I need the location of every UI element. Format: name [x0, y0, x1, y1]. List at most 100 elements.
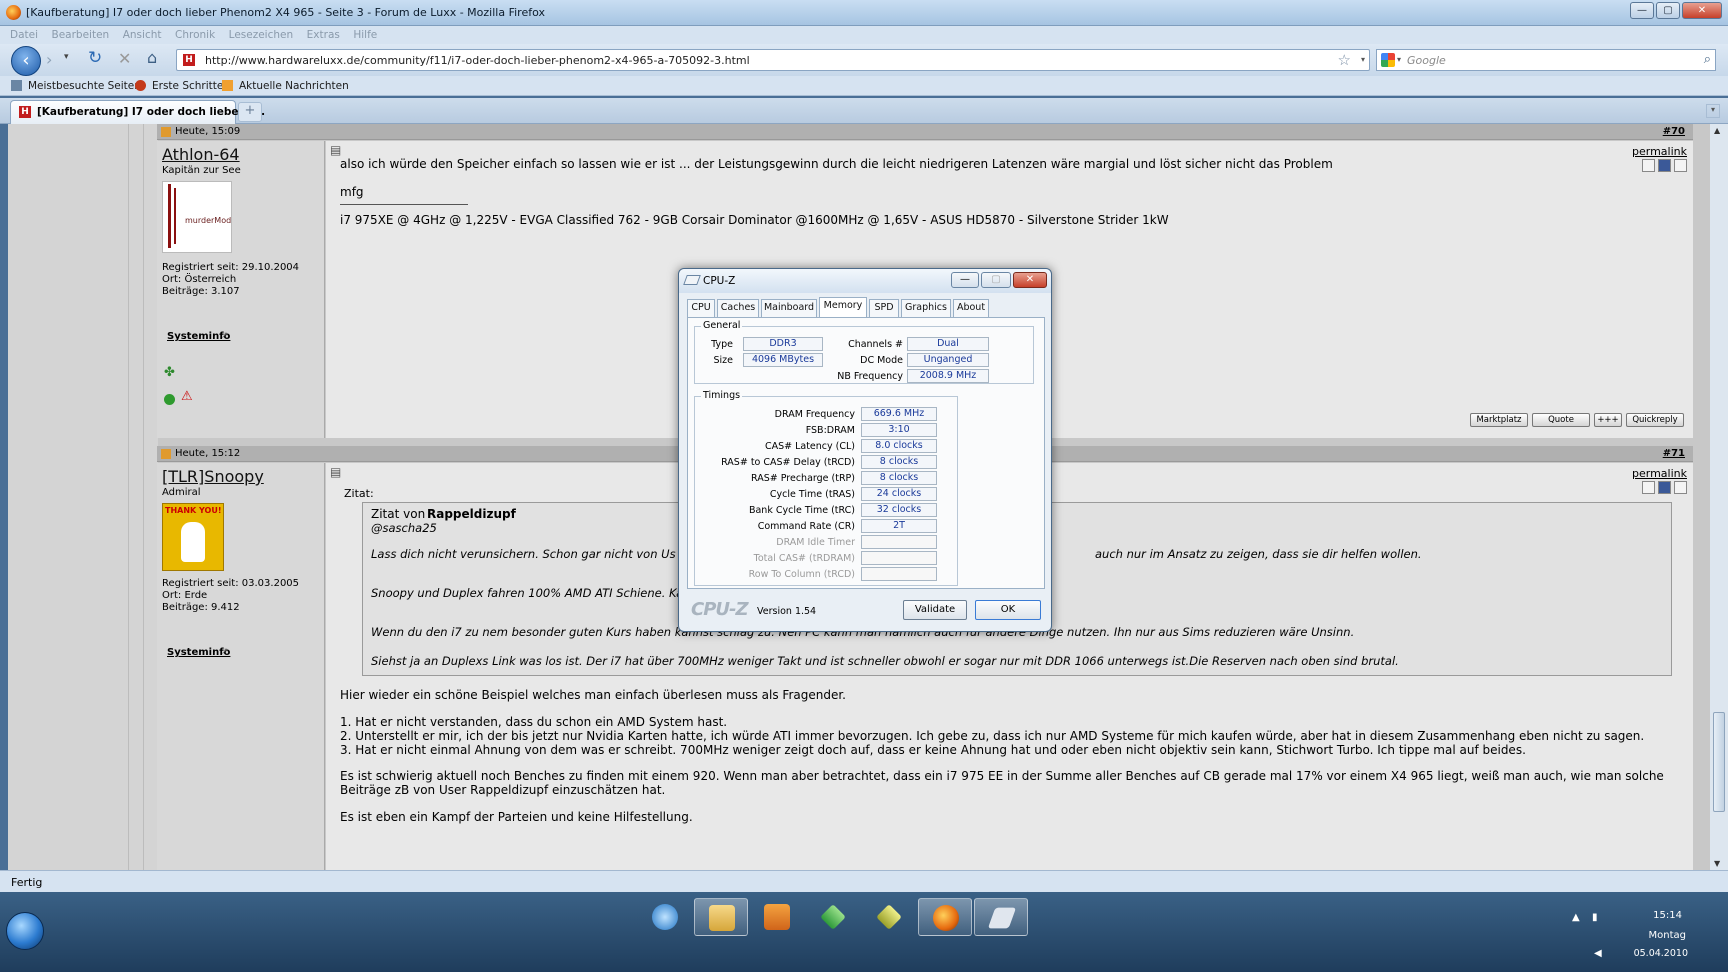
cpuz-tab-mainboard[interactable]: Mainboard: [761, 299, 817, 317]
menu-lesezeichen[interactable]: Lesezeichen: [229, 29, 294, 41]
vertical-scrollbar[interactable]: ▲ ▼: [1710, 124, 1728, 870]
cpuz-close-button[interactable]: ✕: [1013, 272, 1047, 288]
scroll-up-icon[interactable]: ▲: [1714, 126, 1720, 135]
cpuz-tab-spd[interactable]: SPD: [869, 299, 899, 317]
cpuz-tab-about[interactable]: About: [953, 299, 989, 317]
bookmark-erste-schritte[interactable]: Erste Schritte: [152, 80, 223, 92]
menu-bearbeiten[interactable]: Bearbeiten: [52, 29, 110, 41]
post-text: 2. Unterstellt er mir, ich der bis jetzt…: [340, 729, 1645, 743]
sims-plumbob-icon: [876, 904, 902, 930]
cpuz-minimize-button[interactable]: —: [951, 272, 979, 288]
url-bar[interactable]: H http://www.hardwareluxx.de/community/f…: [176, 49, 1370, 71]
permalink-link[interactable]: permalink: [1632, 467, 1687, 480]
history-dropdown-icon[interactable]: ▾: [64, 52, 69, 62]
new-tab-button[interactable]: +: [238, 102, 262, 122]
permalink-link[interactable]: permalink: [1632, 145, 1687, 158]
share-icon[interactable]: [1642, 159, 1655, 172]
minimize-button[interactable]: —: [1630, 2, 1654, 19]
search-icon[interactable]: ⌕: [1704, 52, 1711, 67]
multiquote-button[interactable]: +++: [1594, 413, 1622, 427]
cpuz-titlebar[interactable]: CPU-Z — ▢ ✕: [679, 269, 1051, 293]
network-icon[interactable]: ▮: [1592, 912, 1598, 923]
avatar-text: murderMod: [185, 216, 232, 225]
tab-active[interactable]: H [Kaufberatung] I7 oder doch lieber P..…: [10, 100, 265, 124]
bookmark-icon[interactable]: [1674, 481, 1687, 494]
menu-datei[interactable]: Datei: [10, 29, 38, 41]
marktplatz-button[interactable]: Marktplatz: [1470, 413, 1528, 427]
scroll-down-icon[interactable]: ▼: [1714, 859, 1720, 868]
forward-button[interactable]: ›: [46, 50, 52, 69]
taskbar-mediaplayer[interactable]: [750, 898, 804, 936]
facebook-icon[interactable]: [1658, 481, 1671, 494]
taskbar-firefox[interactable]: [918, 898, 972, 936]
cpuz-size-value: 4096 MBytes: [743, 353, 823, 367]
report-icon[interactable]: ⚠: [181, 389, 193, 404]
stop-icon[interactable]: ✕: [118, 49, 131, 68]
menu-extras[interactable]: Extras: [307, 29, 340, 41]
avatar[interactable]: murderMod: [162, 181, 232, 253]
scroll-thumb[interactable]: [1713, 712, 1725, 812]
taskbar-cpuz[interactable]: [974, 898, 1028, 936]
facebook-icon[interactable]: [1658, 159, 1671, 172]
cpuz-tab-graphics[interactable]: Graphics: [901, 299, 951, 317]
menu-hilfe[interactable]: Hilfe: [353, 29, 377, 41]
avatar[interactable]: THANK YOU!: [162, 503, 224, 571]
share-icon[interactable]: [1642, 481, 1655, 494]
taskbar-explorer[interactable]: [694, 898, 748, 936]
status-text: Fertig: [11, 876, 43, 889]
cpuz-size-label: Size: [713, 355, 733, 366]
taskbar-ie[interactable]: [638, 898, 692, 936]
menu-ansicht[interactable]: Ansicht: [123, 29, 162, 41]
quote-button[interactable]: Quote: [1532, 413, 1590, 427]
user-postcount: Beiträge: 9.412: [162, 602, 240, 613]
bookmark-star-icon[interactable]: ☆: [1338, 51, 1351, 69]
back-button[interactable]: ‹: [11, 46, 41, 76]
ok-button[interactable]: OK: [975, 600, 1041, 620]
bookmark-icon[interactable]: [1674, 159, 1687, 172]
clover-icon: ✤: [164, 365, 175, 380]
post-date: Heute, 15:12: [175, 448, 241, 459]
reload-icon[interactable]: ↻: [88, 48, 102, 68]
cpuz-type-label: Type: [711, 339, 733, 350]
google-icon[interactable]: [1381, 53, 1395, 67]
maximize-button[interactable]: ▢: [1656, 2, 1680, 19]
menu-chronik[interactable]: Chronik: [175, 29, 215, 41]
tab-list-icon[interactable]: ▾: [1706, 104, 1720, 118]
search-input[interactable]: ▾ Google ⌕: [1376, 49, 1716, 71]
url-text[interactable]: http://www.hardwareluxx.de/community/f11…: [205, 54, 750, 67]
taskbar-sims-green[interactable]: [806, 898, 860, 936]
close-window-button[interactable]: ✕: [1682, 2, 1722, 19]
username-link[interactable]: [TLR]Snoopy: [162, 467, 264, 486]
cpuz-nbfreq-value: 2008.9 MHz: [907, 369, 989, 383]
cpuz-tab-caches[interactable]: Caches: [717, 299, 759, 317]
cpuz-tab-memory[interactable]: Memory: [819, 297, 867, 317]
cpuz-nbfreq-label: NB Frequency: [837, 371, 903, 382]
post-text: also ich würde den Speicher einfach so l…: [340, 157, 1333, 171]
hardwareluxx-favicon: H: [19, 106, 31, 118]
start-button[interactable]: [6, 912, 44, 950]
cpuz-timing-label: RAS# Precharge (tRP): [751, 473, 855, 484]
tab-label[interactable]: [Kaufberatung] I7 oder doch lieber P...: [37, 106, 265, 118]
cpuz-timings-group: Timings DRAM Frequency 669.6 MHz FSB:DRA…: [694, 390, 958, 586]
cpuz-dcmode-value: Unganged: [907, 353, 989, 367]
search-engine-dropdown-icon[interactable]: ▾: [1397, 55, 1401, 64]
external-link-icon: ↗: [221, 331, 229, 341]
validate-button[interactable]: Validate: [903, 600, 967, 620]
quote-line: Snoopy und Duplex fahren 100% AMD ATI Sc…: [371, 586, 684, 600]
post-number-link[interactable]: #71: [1663, 448, 1685, 459]
bookmark-aktuelle-nachrichten[interactable]: Aktuelle Nachrichten: [239, 80, 349, 92]
cpuz-tab-cpu[interactable]: CPU: [687, 299, 715, 317]
username-link[interactable]: Athlon-64: [162, 145, 240, 164]
window-title: [Kaufberatung] I7 oder doch lieber Pheno…: [26, 6, 545, 19]
taskbar-sims-yellow[interactable]: [862, 898, 916, 936]
cpuz-maximize-button: ▢: [981, 272, 1011, 288]
bookmark-meistbesuchte[interactable]: Meistbesuchte Seiten: [28, 80, 141, 92]
home-icon[interactable]: ⌂: [147, 48, 157, 67]
tray-expand-icon[interactable]: ▲: [1572, 912, 1580, 923]
post-number-link[interactable]: #70: [1663, 126, 1685, 137]
volume-icon[interactable]: ◀: [1594, 948, 1602, 959]
url-dropdown-icon[interactable]: ▾: [1361, 55, 1365, 64]
clock-time[interactable]: 15:14: [1653, 910, 1682, 921]
taskbar: ▲ ▮ ◀ 15:14 Montag 05.04.2010: [0, 892, 1728, 972]
quickreply-button[interactable]: Quickreply: [1626, 413, 1684, 427]
